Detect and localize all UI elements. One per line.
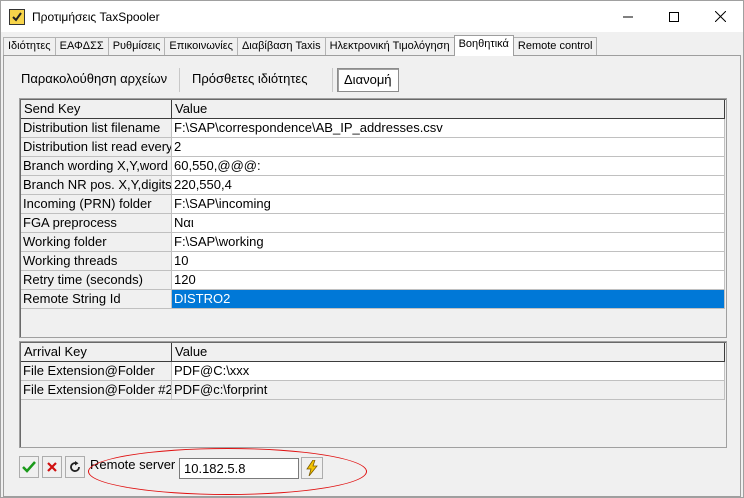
row-value[interactable]: F:\SAP\correspondence\AB_IP_addresses.cs… [172, 119, 725, 138]
row-key: File Extension@Folder [21, 362, 172, 381]
row-key: Branch NR pos. X,Y,digits [21, 176, 172, 195]
row-value[interactable]: 2 [172, 138, 725, 157]
grid-header: Arrival Key Value [21, 343, 725, 362]
table-row-selected[interactable]: Remote String Id DISTRO2 [21, 290, 725, 309]
maximize-button[interactable] [651, 1, 697, 32]
app-icon [9, 9, 25, 25]
row-value[interactable]: F:\SAP\working [172, 233, 725, 252]
close-icon [714, 11, 726, 22]
column-header-value[interactable]: Value [172, 343, 725, 362]
table-row[interactable]: FGA preprocess Ναι [21, 214, 725, 233]
row-key: Incoming (PRN) folder [21, 195, 172, 214]
x-icon [47, 462, 57, 472]
subtab-divider [179, 68, 180, 92]
table-row[interactable]: File Extension@Folder #2 PDF@c:\forprint [21, 381, 725, 400]
window-title: Προτιμήσεις TaxSpooler [32, 10, 160, 24]
row-value[interactable]: DISTRO2 [172, 290, 725, 309]
send-key-grid[interactable]: Send Key Value Distribution list filenam… [19, 98, 727, 338]
table-row[interactable]: Incoming (PRN) folder F:\SAP\incoming [21, 195, 725, 214]
checkmark-icon [22, 461, 36, 473]
tab-settings[interactable]: Ρυθμίσεις [107, 37, 166, 56]
table-row[interactable]: Distribution list filename F:\SAP\corres… [21, 119, 725, 138]
row-value[interactable]: 10 [172, 252, 725, 271]
tab-e-invoicing[interactable]: Ηλεκτρονική Τιμολόγηση [324, 37, 455, 56]
table-row[interactable]: Distribution list read every 2 [21, 138, 725, 157]
tab-utilities[interactable]: Βοηθητικά [453, 35, 514, 56]
tab-communications[interactable]: Επικοινωνίες [164, 37, 238, 56]
main-tabs: Ιδιότητες ΕΑΦΔΣΣ Ρυθμίσεις Επικοινωνίες … [3, 35, 598, 56]
row-key: Distribution list filename [21, 119, 172, 138]
tab-properties[interactable]: Ιδιότητες [3, 37, 56, 56]
table-row[interactable]: File Extension@Folder PDF@C:\xxx [21, 362, 725, 381]
column-header-send-key[interactable]: Send Key [21, 100, 172, 119]
apply-button[interactable] [19, 456, 39, 478]
row-value[interactable]: Ναι [172, 214, 725, 233]
remote-server-label: Remote server [90, 457, 176, 472]
row-value[interactable]: 220,550,4 [172, 176, 725, 195]
arrival-key-grid[interactable]: Arrival Key Value File Extension@Folder … [19, 341, 727, 448]
table-row[interactable]: Branch NR pos. X,Y,digits 220,550,4 [21, 176, 725, 195]
subtab-file-monitoring[interactable]: Παρακολούθηση αρχείων [15, 68, 173, 92]
column-header-arrival-key[interactable]: Arrival Key [21, 343, 172, 362]
column-header-value[interactable]: Value [172, 100, 725, 119]
row-key: File Extension@Folder #2 [21, 381, 172, 400]
refresh-button[interactable] [65, 456, 85, 478]
title-bar: Προτιμήσεις TaxSpooler [1, 1, 743, 32]
maximize-icon [669, 11, 679, 22]
lightning-icon [306, 460, 318, 476]
row-key: Working threads [21, 252, 172, 271]
tab-eafdss[interactable]: ΕΑΦΔΣΣ [54, 37, 109, 56]
row-key: Working folder [21, 233, 172, 252]
connect-button[interactable] [301, 457, 323, 479]
subtab-divider [332, 68, 333, 92]
table-row[interactable]: Working threads 10 [21, 252, 725, 271]
row-value[interactable]: 120 [172, 271, 725, 290]
tab-remote-control[interactable]: Remote control [512, 37, 598, 56]
grid-header: Send Key Value [21, 100, 725, 119]
refresh-icon [70, 461, 80, 472]
cancel-button[interactable] [42, 456, 62, 478]
row-key: Retry time (seconds) [21, 271, 172, 290]
table-row[interactable]: Retry time (seconds) 120 [21, 271, 725, 290]
preferences-window: Προτιμήσεις TaxSpooler Ιδιότητες ΕΑΦΔΣΣ … [0, 0, 744, 498]
row-value[interactable]: PDF@C:\xxx [172, 362, 725, 381]
row-key: Branch wording X,Y,word [21, 157, 172, 176]
subtab-distribution[interactable]: Διανομή [337, 68, 399, 92]
utilities-panel: Παρακολούθηση αρχείων Πρόσθετες ιδιότητε… [3, 55, 741, 497]
close-button[interactable] [697, 1, 743, 32]
row-value[interactable]: PDF@c:\forprint [172, 381, 725, 400]
row-value[interactable]: 60,550,@@@: [172, 157, 725, 176]
row-key: Distribution list read every [21, 138, 172, 157]
tab-taxis-transmission[interactable]: Διαβίβαση Taxis [236, 37, 326, 56]
row-key: FGA preprocess [21, 214, 172, 233]
row-key: Remote String Id [21, 290, 172, 309]
table-row[interactable]: Branch wording X,Y,word 60,550,@@@: [21, 157, 725, 176]
remote-server-input[interactable] [179, 458, 299, 479]
minimize-icon [623, 16, 633, 17]
subtab-additional-properties[interactable]: Πρόσθετες ιδιότητες [186, 68, 314, 92]
row-value[interactable]: F:\SAP\incoming [172, 195, 725, 214]
minimize-button[interactable] [605, 1, 651, 32]
table-row[interactable]: Working folder F:\SAP\working [21, 233, 725, 252]
